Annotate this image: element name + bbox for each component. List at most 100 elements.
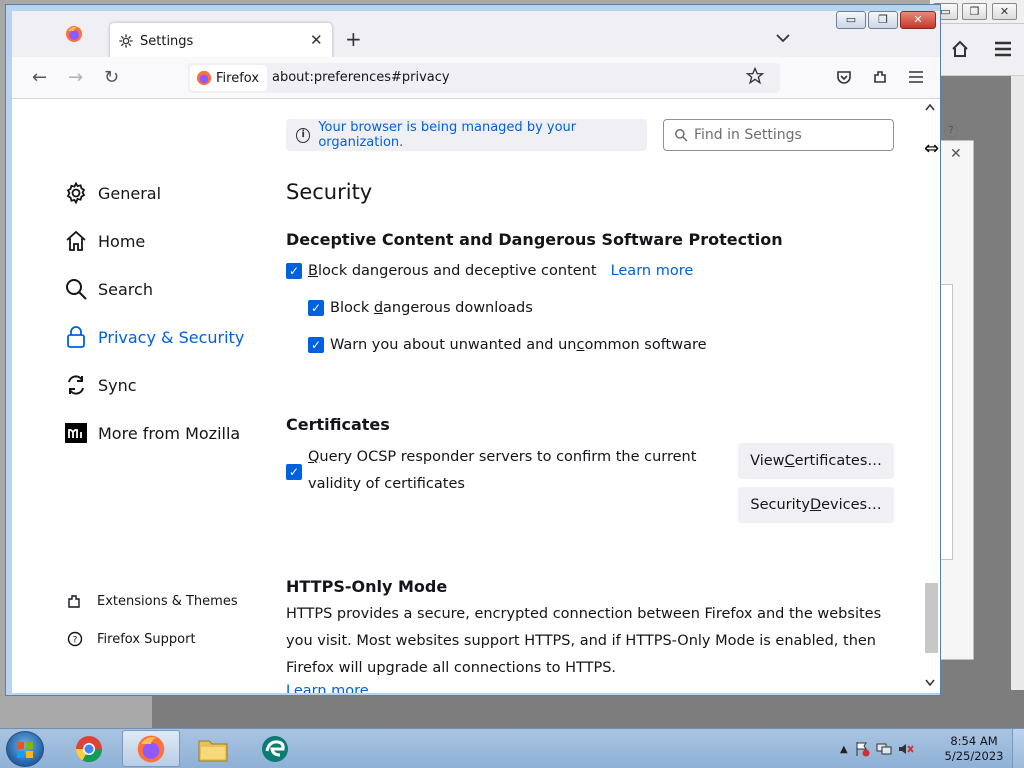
network-icon[interactable] [876,741,892,757]
sidebar-item-more-from-mozilla[interactable]: More from Mozilla [64,421,240,445]
sync-icon [68,375,84,395]
view-certificates-button[interactable]: View Certificates… [738,443,894,479]
scroll-thumb[interactable] [925,583,938,653]
show-desktop-button[interactable] [1012,729,1024,768]
search-icon [66,279,87,300]
new-tab-button[interactable]: + [345,29,362,49]
tab-title: Settings [140,34,194,49]
sidebar-item-label: General [98,183,162,203]
tab-settings[interactable]: Settings ✕ [110,23,332,61]
deceptive-content-heading: Deceptive Content and Dangerous Software… [286,230,783,249]
action-center-flag-icon[interactable] [854,741,870,757]
url-bar[interactable]: Firefox about:preferences#privacy [188,63,780,93]
policies-text: Your browser is being managed by your or… [318,120,577,150]
block-downloads-checkbox[interactable]: ✓ Block dangerous downloads [308,300,533,316]
back-button[interactable]: ← [32,69,47,87]
gear-icon [119,34,133,48]
firefox-icon[interactable] [65,25,83,43]
menu-icon[interactable] [908,69,924,85]
bookmark-star-icon[interactable] [746,67,764,85]
sidebar-item-privacy-security[interactable]: Privacy & Security [64,325,244,349]
pocket-icon[interactable] [836,69,852,85]
home-icon [66,230,86,251]
file-explorer-icon [198,740,228,761]
search-icon [675,129,688,142]
policies-notice[interactable]: i Your browser is being managed by your … [286,119,647,151]
taskbar-edge[interactable] [246,730,304,767]
windows-logo-icon [17,742,33,758]
tab-close-icon[interactable]: ✕ [310,31,323,49]
checkbox-checked[interactable]: ✓ [308,337,324,353]
lock-icon [67,326,85,348]
block-dangerous-checkbox[interactable]: ✓ Block dangerous and deceptive content … [286,263,693,279]
block-dangerous-label: Block dangerous and deceptive content [308,263,597,279]
clock-time: 8:54 AM [950,734,998,748]
search-input[interactable]: Find in Settings [663,119,894,151]
show-hidden-icons-icon[interactable]: ▲ [840,744,848,755]
firefox-support-link[interactable]: ? Firefox Support [67,631,196,647]
https-learn-more-link[interactable]: Learn more [286,683,369,693]
identity-label: Firefox [216,70,260,86]
checkbox-checked[interactable]: ✓ [308,300,324,316]
sidebar-item-home[interactable]: Home [64,229,145,253]
minimize-button[interactable]: ▭ [836,11,866,29]
sidebar-item-label: Sync [98,375,137,395]
home-icon[interactable] [951,40,969,58]
volume-muted-icon[interactable] [898,741,914,757]
learn-more-link[interactable]: Learn more [611,263,694,279]
sidebar-item-label: Privacy & Security [98,327,245,347]
checkbox-checked[interactable]: ✓ [286,464,302,480]
chevron-down-icon[interactable] [776,33,790,43]
ocsp-checkbox[interactable]: ✓ Query OCSP responder servers to confir… [286,444,726,498]
dialog-scrollbar[interactable] [939,284,953,560]
scroll-down-icon[interactable] [925,679,935,687]
menu-icon[interactable] [994,41,1012,57]
extensions-icon[interactable] [872,69,888,85]
start-button[interactable] [6,731,44,767]
url-text[interactable]: about:preferences#privacy [272,70,450,85]
taskbar: ▲ 8:54 AM 5/25/2023 [0,728,1024,768]
sidebar-item-sync[interactable]: Sync [64,373,137,397]
resize-cursor-icon: ⇔ [924,138,940,159]
page-scrollbar[interactable] [922,99,940,693]
https-only-description: HTTPS provides a secure, encrypted conne… [286,606,882,676]
sidebar-item-general[interactable]: General [64,181,161,205]
close-button[interactable]: ✕ [900,11,936,29]
taskbar-firefox[interactable] [122,730,180,767]
help-icon: ? [67,631,83,647]
checkbox-checked[interactable]: ✓ [286,263,302,279]
reload-button[interactable]: ↻ [104,69,119,87]
background-close-button[interactable]: ✕ [992,3,1017,20]
info-icon: i [296,127,311,143]
ocsp-label: Query OCSP responder servers to confirm … [308,449,697,492]
security-devices-button[interactable]: Security Devices… [738,487,894,523]
edge-icon [262,735,288,762]
help-icon[interactable]: ? [944,124,958,138]
restore-button[interactable]: ❐ [868,11,898,29]
navigation-toolbar: ← → ↻ Firefox about:preferences#privacy [12,57,940,99]
scroll-up-icon[interactable] [925,103,935,111]
dialog-close-icon[interactable]: ✕ [950,146,962,162]
svg-text:?: ? [73,636,78,646]
identity-box[interactable]: Firefox [190,65,268,91]
https-only-heading: HTTPS-Only Mode [286,577,448,596]
system-tray: ▲ [840,731,914,767]
background-scrollbar[interactable] [1011,76,1024,690]
certificates-heading: Certificates [286,415,390,434]
sidebar-item-search[interactable]: Search [64,277,153,301]
extensions-themes-link[interactable]: Extensions & Themes [67,593,238,609]
sidebar-item-label: Home [98,231,146,251]
background-restore-button[interactable]: ❐ [962,3,987,20]
warn-unwanted-checkbox[interactable]: ✓ Warn you about unwanted and uncommon s… [308,337,707,353]
warn-unwanted-label: Warn you about unwanted and uncommon sof… [330,337,707,353]
clock[interactable]: 8:54 AM 5/25/2023 [944,734,1004,764]
page-title: Security [286,180,373,204]
taskbar-file-explorer[interactable] [184,730,242,767]
sidebar-item-label: More from Mozilla [98,423,241,443]
taskbar-chrome[interactable] [60,730,118,767]
firefox-icon [137,735,165,762]
search-placeholder: Find in Settings [694,127,802,143]
forward-button[interactable]: → [68,69,83,87]
block-downloads-label: Block dangerous downloads [330,300,533,316]
chrome-icon [75,735,103,762]
